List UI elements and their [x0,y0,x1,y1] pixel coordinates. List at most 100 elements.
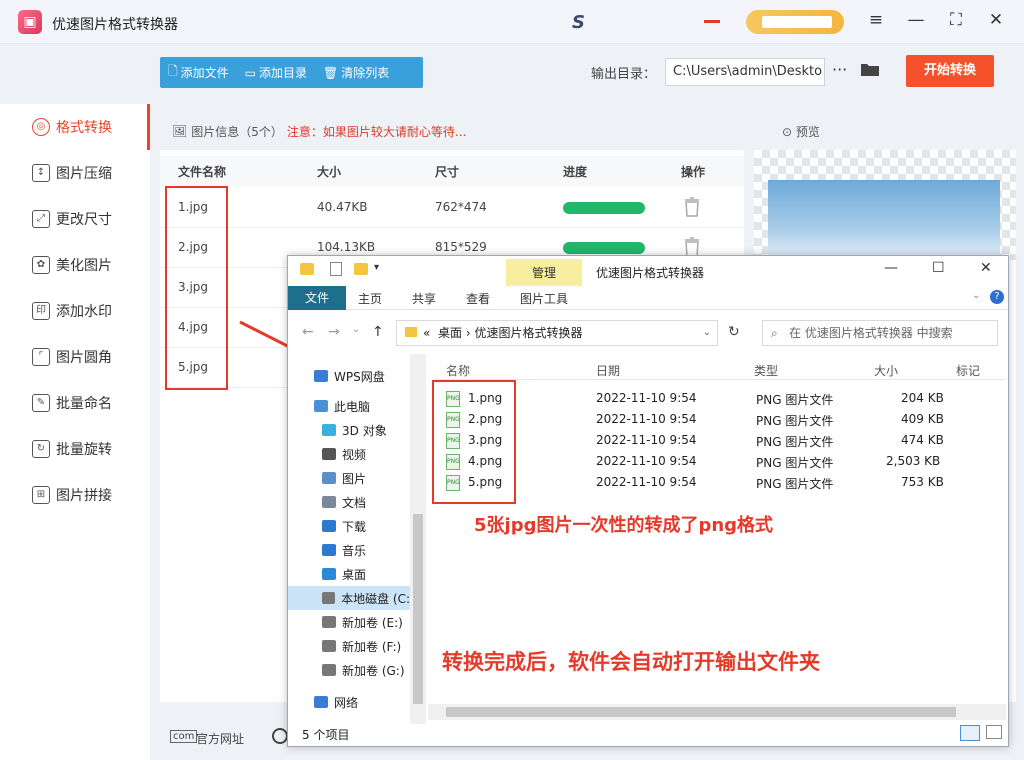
sidebar-item-label: 图片圆角 [56,350,112,366]
sidebar-item-resize[interactable]: ⤢ 更改尺寸 [0,196,150,242]
list-item[interactable]: PNG 3.png 2022-11-10 9:54 PNG 图片文件 474 KB [434,430,994,451]
nav-label: 音乐 [342,543,367,558]
status-bar: 5 个项目 [288,722,1008,746]
breadcrumb-separator: › [465,326,471,340]
sidebar-item-format-convert[interactable]: ◎ 格式转换 [0,104,150,150]
highlight-box-jpg-files [165,186,228,390]
maximize-icon[interactable]: ⛶ [944,10,968,30]
list-item[interactable]: PNG 5.png 2022-11-10 9:54 PNG 图片文件 753 KB [434,472,994,493]
sidebar-item-rename[interactable]: ✎ 批量命名 [0,380,150,426]
search-input[interactable]: ⌕ 在 优速图片格式转换器 中搜索 [762,320,998,346]
back-icon[interactable]: ← [302,324,314,340]
file-info-bar: 🖼 图片信息（5个） 注意：如果图片较大请耐心等待... [160,112,744,150]
open-folder-icon[interactable] [860,61,880,77]
preview-icon: ⊙ [782,125,796,139]
col-name[interactable]: 名称 [446,362,470,379]
table-row[interactable]: 1.jpg 40.47KB 762*474 [160,188,744,228]
col-size[interactable]: 大小 [874,362,898,379]
file-type: PNG 图片文件 [756,477,834,491]
sidebar-item-compress[interactable]: ↕ 图片压缩 [0,150,150,196]
maximize-icon[interactable]: ☐ [932,260,945,276]
up-icon[interactable]: ↑ [372,324,384,340]
refresh-icon[interactable]: ↻ [728,324,740,340]
tab-picture-tools[interactable]: 图片工具 [520,290,568,307]
nav-scroll-thumb[interactable] [413,514,423,704]
minimize-icon[interactable]: — [904,10,928,30]
help-icon[interactable]: ? [990,290,1004,304]
clear-list-button[interactable]: 🗑 清除列表 [315,64,397,81]
more-icon[interactable]: ··· [832,60,847,79]
download-icon [322,520,336,532]
horizontal-scroll-thumb[interactable] [446,707,956,717]
rotate-icon: ↻ [32,440,50,458]
file-dimension: 762*474 [435,200,487,214]
large-icons-view-icon[interactable] [986,725,1002,739]
breadcrumb-folder[interactable]: 优速图片格式转换器 [474,326,582,340]
nav-label: WPS网盘 [334,369,385,384]
quick-access-dropdown-icon[interactable]: ▾ [374,262,379,273]
menu-icon[interactable]: ≡ [864,10,888,30]
format-icon: ◎ [32,118,50,136]
ribbon-expand-icon[interactable]: ⌄ [972,290,980,301]
nav-label: 本地磁盘 (C: [341,591,410,606]
close-icon[interactable]: ✕ [980,260,992,276]
music-icon [322,544,336,556]
minimize-icon[interactable]: — [884,260,898,276]
breadcrumb-desktop[interactable]: 桌面 [438,326,462,340]
watermark-icon: 印 [32,302,50,320]
address-dropdown-icon[interactable]: ⌄ [703,321,711,345]
col-type[interactable]: 类型 [754,362,778,379]
sidebar-item-beautify[interactable]: ✿ 美化图片 [0,242,150,288]
explorer-ribbon: 主页 共享 查看 图片工具 ⌄ ? [288,286,1008,310]
col-date[interactable]: 日期 [596,362,620,379]
add-dir-button[interactable]: ▭ 添加目录 [237,64,315,81]
output-path-input[interactable]: C:\Users\admin\Deskto [665,58,825,86]
start-convert-button[interactable]: 开始转换 [906,55,994,87]
horizontal-scrollbar[interactable] [428,704,1006,720]
delete-icon[interactable] [684,197,700,217]
tab-file[interactable]: 文件 [288,286,346,310]
nav-item-drive-c[interactable]: 本地磁盘 (C: [288,586,410,610]
support-icon[interactable] [272,728,288,744]
sidebar-item-label: 添加水印 [56,304,112,320]
list-item[interactable]: PNG 2.png 2022-11-10 9:54 PNG 图片文件 409 KB [434,409,994,430]
sidebar-item-rotate[interactable]: ↻ 批量旋转 [0,426,150,472]
col-tag[interactable]: 标记 [956,362,980,379]
round-corner-icon: ⌜ [32,348,50,366]
list-item[interactable]: PNG 1.png 2022-11-10 9:54 PNG 图片文件 204 KB [434,388,994,409]
file-type: PNG 图片文件 [756,393,834,407]
close-icon[interactable]: ✕ [984,10,1008,30]
sidebar-item-label: 批量旋转 [56,442,112,458]
output-dir-label: 输出目录： [591,67,657,82]
official-website-link[interactable]: 官方网址 [196,730,244,747]
sidebar-item-stitch[interactable]: ⊞ 图片拼接 [0,472,150,518]
preview-label: 预览 [795,125,820,139]
nav-label: 新加卷 (F:) [342,639,402,654]
address-bar[interactable]: « 桌面 › 优速图片格式转换器 ⌄ [396,320,718,346]
sidebar-item-watermark[interactable]: 印添加水印 [0,288,150,334]
recent-dropdown-icon[interactable]: ⌄ [352,324,360,335]
annotation-auto-open: 转换完成后，软件会自动打开输出文件夹 [442,650,820,674]
user-account-button[interactable] [746,10,844,34]
tab-share[interactable]: 共享 [412,290,436,307]
tab-view[interactable]: 查看 [466,290,490,307]
search-icon: ⌕ [771,326,778,340]
details-view-icon[interactable] [960,725,980,741]
drive-icon [322,616,336,628]
brand-logo-icon: S [572,12,585,33]
list-item[interactable]: PNG 4.png 2022-11-10 9:54 PNG 图片文件 2,503 KB [434,451,994,472]
notification-mark [704,20,720,23]
tab-manage[interactable]: 管理 [506,259,582,287]
add-file-button[interactable]: 🗋 添加文件 [160,62,237,83]
delete-icon[interactable] [684,237,700,257]
forward-icon[interactable]: → [328,324,340,340]
add-file-label: 添加文件 [180,66,229,80]
tab-home[interactable]: 主页 [358,290,382,307]
sidebar-item-label: 批量命名 [56,396,112,412]
nav-scrollbar[interactable] [410,354,426,724]
sidebar-item-round-corner[interactable]: ⌜ 图片圆角 [0,334,150,380]
col-filename: 文件名称 [178,165,227,179]
file-size: 104.13KB [317,240,376,254]
properties-icon[interactable] [330,262,342,276]
new-folder-icon[interactable] [354,263,368,275]
